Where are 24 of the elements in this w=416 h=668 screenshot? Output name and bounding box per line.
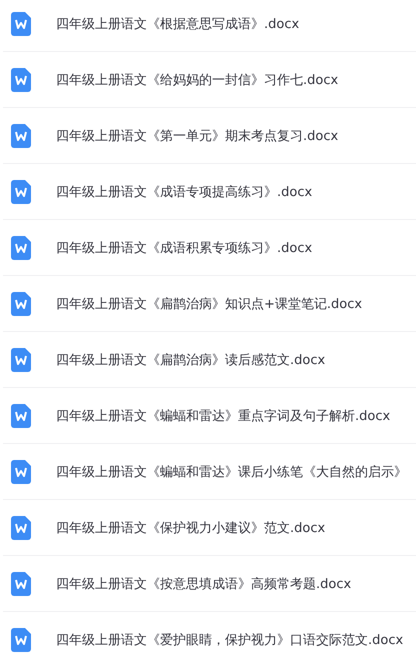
word-document-icon bbox=[11, 628, 31, 652]
file-name[interactable]: 四年级上册语文《第一单元》期末考点复习.docx bbox=[56, 126, 338, 144]
file-name[interactable]: 四年级上册语文《给妈妈的一封信》习作七.docx bbox=[56, 70, 338, 88]
word-document-icon bbox=[11, 124, 31, 148]
file-name[interactable]: 四年级上册语文《成语积累专项练习》.docx bbox=[56, 238, 312, 256]
word-document-icon bbox=[11, 460, 31, 484]
word-document-icon bbox=[11, 404, 31, 428]
file-name[interactable]: 四年级上册语文《保护视力小建议》范文.docx bbox=[56, 518, 326, 536]
file-name[interactable]: 四年级上册语文《蝙蝠和雷达》课后小练笔《大自然的启示》 bbox=[56, 462, 407, 480]
file-name[interactable]: 四年级上册语文《爱护眼睛，保护视力》口语交际范文.docx bbox=[56, 630, 404, 648]
word-document-icon bbox=[11, 516, 31, 540]
file-name[interactable]: 四年级上册语文《扁鹊治病》读后感范文.docx bbox=[56, 350, 326, 368]
word-document-icon bbox=[11, 348, 31, 372]
word-document-icon bbox=[11, 572, 31, 596]
file-name[interactable]: 四年级上册语文《蝙蝠和雷达》重点字词及句子解析.docx bbox=[56, 406, 390, 424]
file-name[interactable]: 四年级上册语文《按意思填成语》高频常考题.docx bbox=[56, 574, 352, 592]
word-document-icon bbox=[11, 292, 31, 316]
file-name[interactable]: 四年级上册语文《扁鹊治病》知识点+课堂笔记.docx bbox=[56, 294, 362, 312]
word-document-icon bbox=[11, 68, 31, 92]
word-document-icon bbox=[11, 180, 31, 204]
file-name[interactable]: 四年级上册语文《根据意思写成语》.docx bbox=[56, 14, 300, 32]
word-document-icon bbox=[11, 236, 31, 260]
file-name[interactable]: 四年级上册语文《成语专项提高练习》.docx bbox=[56, 182, 312, 200]
word-document-icon bbox=[11, 12, 31, 36]
